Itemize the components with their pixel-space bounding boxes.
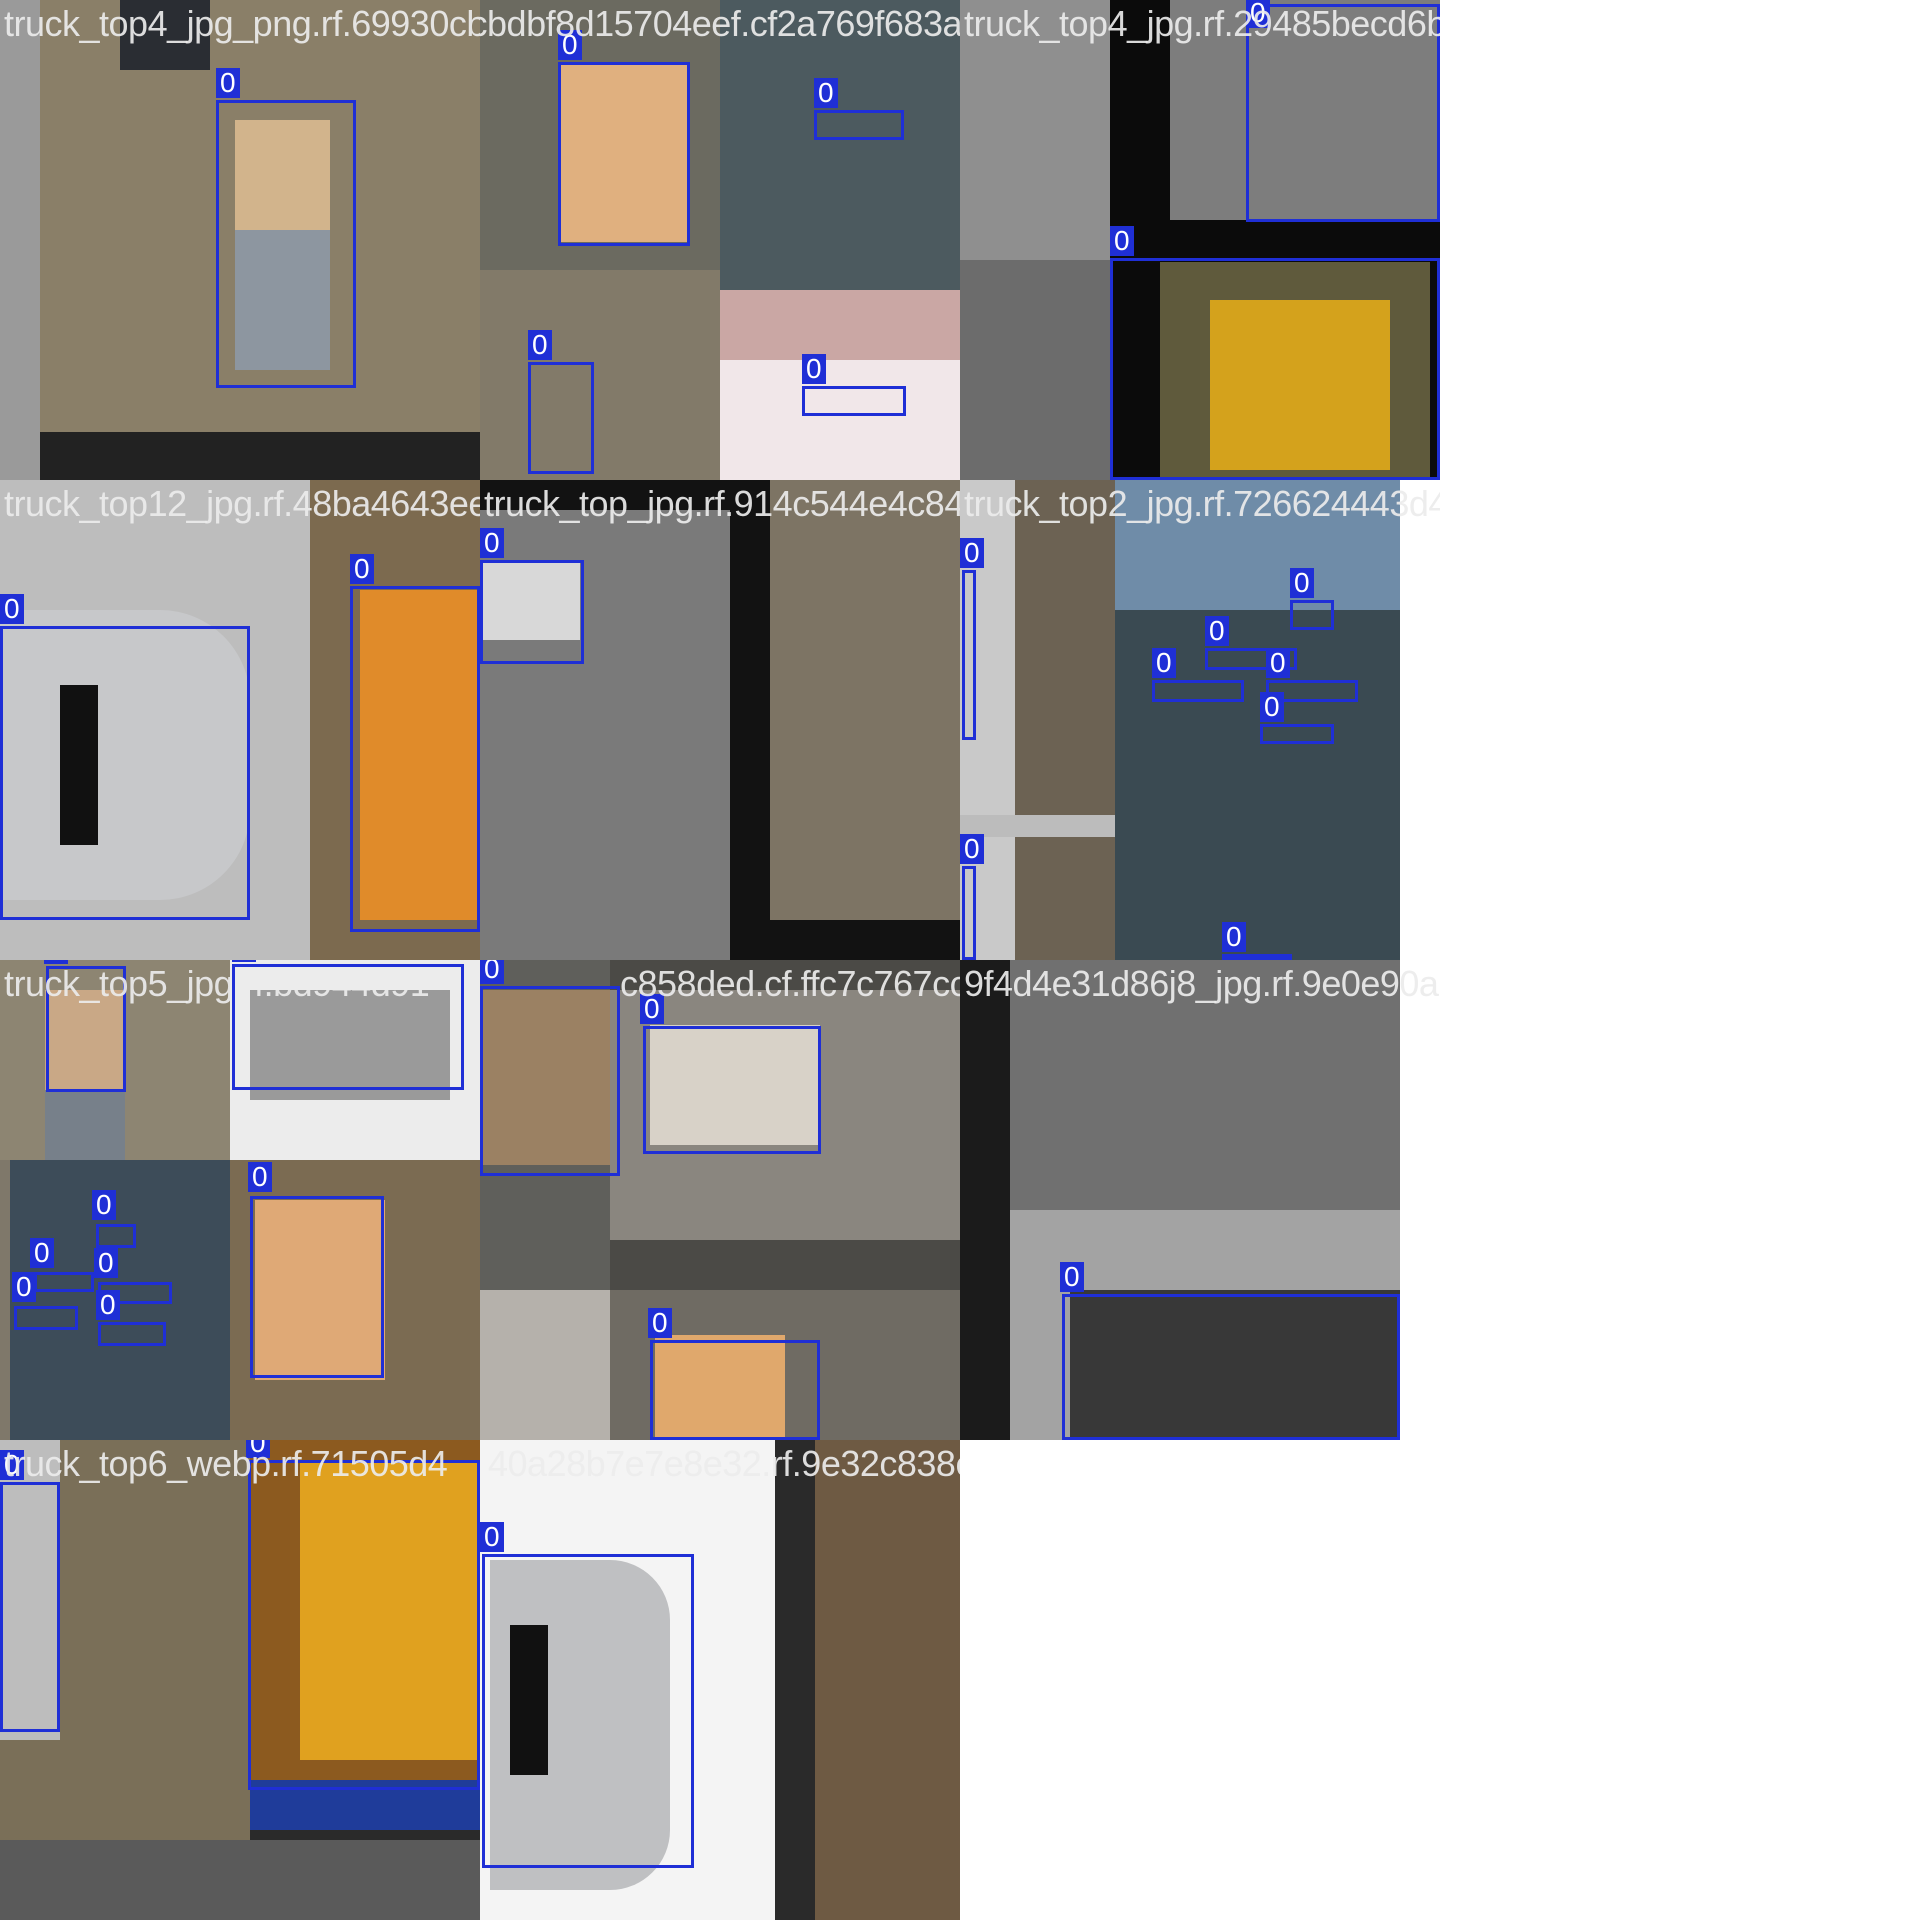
bbox-label: 0	[1222, 922, 1246, 952]
image-title: truck_top5_jpg.rf.bd944d91	[4, 963, 430, 1004]
bbox-label: 0	[0, 594, 24, 624]
bbox-label: 0	[232, 960, 256, 962]
image-title: 9f4d4e31d86j8_jpg.rf.9e0e90ad136619e91b2…	[964, 963, 1440, 1004]
mosaic-tile-11: 0 40a28b7e7e8e32.rf.9e32c838ed1f47a04309…	[480, 1440, 960, 1920]
bbox-label: 0	[480, 1522, 504, 1552]
bbox-label: 0	[1266, 648, 1290, 678]
mosaic-tile-7: 0 0 0 0 0 0 0 0 truck_top5_jpg.rf.bd944d…	[0, 960, 480, 1440]
bbox-label: 0	[1110, 226, 1134, 256]
bbox-label: 0	[960, 834, 984, 864]
image-title: truck_top_jpg.rf.914c544e4c8440e91209	[484, 483, 960, 524]
image-title: 40a28b7e7e8e32.rf.9e32c838ed1f47a043097	[488, 1443, 960, 1484]
image-title: c858ded.cf.ffc7c767cc	[620, 963, 960, 1004]
mosaic-tile-9: 0 9f4d4e31d86j8_jpg.rf.9e0e90ad136619e91…	[960, 960, 1440, 1440]
image-title: truck_top12_jpg.rf.48ba4643ee04196	[4, 483, 480, 524]
bbox-label: 0	[216, 68, 240, 98]
bbox-label: 0	[960, 538, 984, 568]
bbox-label: 0	[814, 78, 838, 108]
bbox-label: 0	[1205, 616, 1229, 646]
bbox-label: 0	[96, 1290, 120, 1320]
bbox-label: 0	[248, 1162, 272, 1192]
bbox-label: 0	[802, 354, 826, 384]
bbox-label: 0	[480, 528, 504, 558]
bbox-label: 0	[94, 1248, 118, 1278]
bbox-label: 0	[1060, 1262, 1084, 1292]
bbox-label: 0	[1260, 692, 1284, 722]
mosaic-tile-5: 0 truck_top_jpg.rf.914c544e4c8440e91209	[480, 480, 960, 960]
mosaic-tile-6: 0 0 0 0 0 0 0 0 truck_top2_jpg.rf.726624…	[960, 480, 1440, 960]
mosaic-tile-4: 0 0 truck_top12_jpg.rf.48ba4643ee04196	[0, 480, 480, 960]
image-title: 0cbdbf8d15704eef.cf2a769f683aaa9efefc	[480, 3, 960, 44]
mosaic-tile-8: 0 0 0 c858ded.cf.ffc7c767cc	[480, 960, 960, 1440]
image-title: truck_top6_webp.rf.71505d4	[4, 1443, 448, 1484]
bbox-label: 0	[528, 330, 552, 360]
image-title: truck_top4_jpg_png.rf.69930cbdbf8d5704ee…	[4, 3, 480, 44]
bbox-label: 0	[30, 1238, 54, 1268]
bbox-label: 0	[480, 960, 504, 984]
bbox-label: 0	[1290, 568, 1314, 598]
bbox-label: 0	[1152, 648, 1176, 678]
bbox-label: 0	[350, 554, 374, 584]
bbox-label: 0	[12, 1272, 36, 1302]
mosaic-tile-3: 0 0 truck_top4_jpg.rf.29485becd6b89692b1…	[960, 0, 1440, 480]
mosaic-tile-2: 0 0 0 0 0cbdbf8d15704eef.cf2a769f683aaa9…	[480, 0, 960, 480]
image-title: truck_top2_jpg.rf.726624443d4acff6c4595	[964, 483, 1440, 524]
mosaic-tile-1: 0 truck_top4_jpg_png.rf.69930cbdbf8d5704…	[0, 0, 480, 480]
bbox-label: 0	[648, 1308, 672, 1338]
mosaic-tile-10: 0 0 truck_top6_webp.rf.71505d4	[0, 1440, 480, 1920]
image-title: truck_top4_jpg.rf.29485becd6b89692b1608d	[964, 3, 1440, 44]
bbox-label: 0	[92, 1190, 116, 1220]
